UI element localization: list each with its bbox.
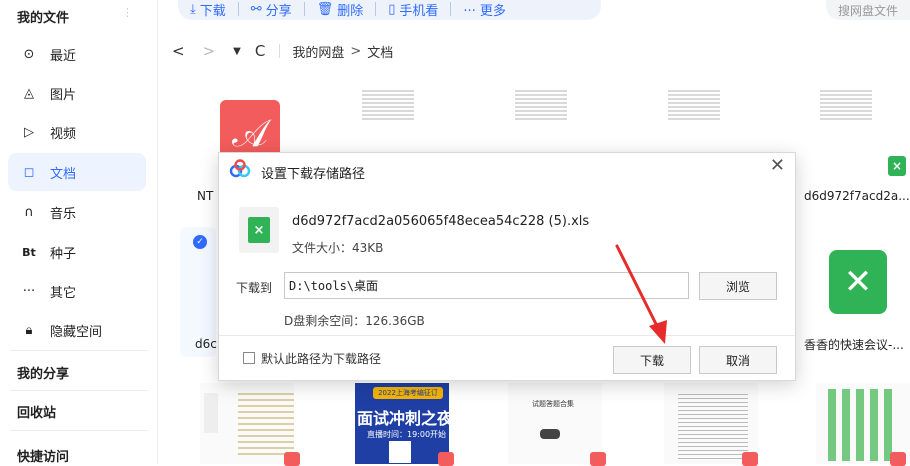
dropdown-icon[interactable]: ▼ [233, 46, 241, 57]
dialog-title: 设置下载存储路径 [261, 167, 366, 182]
download-icon: ⤓ [190, 1, 196, 17]
sidebar-item-label: 音乐 [50, 206, 77, 222]
video-icon: ▷ [24, 124, 34, 140]
lock-icon: 🔒︎ [25, 322, 33, 338]
qr-code-icon [389, 441, 411, 463]
search-input[interactable]: 搜网盘文件 [826, 0, 910, 20]
download-button[interactable]: ⤓ 下载 [190, 0, 226, 19]
xls-file-icon: × [248, 217, 270, 243]
file-size-text: 文件大小：43KB [292, 241, 384, 255]
breadcrumb-current: 文档 [367, 45, 394, 61]
file-name[interactable]: NT [197, 189, 213, 203]
breadcrumb-separator: > [350, 43, 362, 59]
my-files-heading[interactable]: 我的文件 [17, 7, 69, 26]
thumb-title: 试题答题合集 [532, 400, 574, 408]
bt-icon: Bt [22, 245, 36, 259]
more-icon: ··· [22, 283, 36, 299]
thumb-title: 面试冲刺之夜 [357, 409, 449, 428]
sidebar-item-hidden-space[interactable]: 🔒︎ 隐藏空间 [8, 311, 146, 349]
quick-access-heading[interactable]: 快捷访问 [17, 446, 69, 465]
clock-icon: ⊙ [23, 46, 35, 62]
file-preview: × [239, 207, 279, 253]
back-icon[interactable]: < [172, 42, 185, 60]
sidebar-item-documents[interactable]: ◻ 文档 [8, 153, 146, 191]
phone-view-label: 手机看 [399, 3, 439, 19]
red-arrow-annotation [615, 244, 667, 344]
browse-button[interactable]: 浏览 [699, 272, 777, 300]
toolbar-divider [450, 2, 452, 16]
sidebar-handle-icon: ⋮ [122, 6, 133, 19]
sidebar-item-videos[interactable]: ▷ 视频 [8, 113, 146, 151]
trash-icon: 🗑︎ [316, 1, 334, 17]
nav-divider [279, 44, 281, 58]
default-path-checkbox[interactable] [243, 352, 255, 364]
xls-file-icon[interactable]: ✕ [829, 250, 887, 314]
baidu-cloud-icon [229, 159, 251, 178]
sidebar-item-label: 其它 [50, 285, 77, 301]
xls-file-icon[interactable]: × [888, 156, 906, 176]
breadcrumb-root[interactable]: 我的网盘 [292, 42, 344, 61]
share-button[interactable]: ⚯ 分享 [251, 0, 292, 19]
sidebar-item-label: 视频 [50, 126, 77, 142]
toolbar: ⤓ 下载 ⚯ 分享 🗑︎ 删除 ▯ 手机看 ··· 更多 [178, 0, 601, 20]
my-share-item[interactable]: 我的分享 [17, 363, 69, 382]
download-path-dialog: 设置下载存储路径 ✕ × d6d972f7acd2a056065f48ecea5… [218, 152, 796, 381]
sidebar-item-label: 隐藏空间 [50, 324, 103, 340]
banner-text: 2022上海考编征订 [373, 387, 443, 399]
file-name[interactable]: d6c [195, 337, 217, 351]
phone-view-button[interactable]: ▯ 手机看 [388, 0, 438, 19]
sidebar-item-images[interactable]: ◬ 图片 [8, 74, 146, 112]
spreadsheet-thumbnail[interactable] [362, 90, 414, 130]
recycle-bin-item[interactable]: 回收站 [17, 402, 56, 421]
file-name[interactable]: d6d972f7acd2a... [804, 189, 910, 203]
forward-icon[interactable]: > [203, 42, 216, 60]
toolbar-divider [375, 2, 377, 16]
download-label: 下载 [199, 3, 226, 19]
share-icon: ⚯ [250, 1, 262, 17]
share-label: 分享 [265, 3, 292, 19]
sidebar: 我的文件 ⋮ ⊙ 最近 ◬ 图片 ▷ 视频 ◻ 文档 ∩ 音乐 Bt 种子 ··… [0, 0, 158, 465]
sidebar-item-label: 种子 [50, 246, 77, 262]
sidebar-item-label: 图片 [50, 87, 77, 103]
music-icon: ∩ [24, 204, 34, 220]
file-name-text: d6d972f7acd2a056065f48ecea54c228 (5).xls [292, 214, 590, 229]
sidebar-item-label: 最近 [50, 48, 77, 64]
image-icon: ◬ [24, 85, 34, 101]
refresh-icon[interactable]: C [255, 42, 265, 60]
phone-icon: ▯ [388, 1, 396, 17]
sidebar-item-torrents[interactable]: Bt 种子 [8, 233, 146, 271]
toolbar-divider [237, 2, 239, 16]
download-to-label: 下载到 [236, 281, 273, 295]
more-button[interactable]: ··· 更多 [463, 0, 506, 19]
document-thumbnail[interactable]: 试题答题合集 [508, 383, 602, 464]
document-icon: ◻ [23, 164, 35, 180]
sidebar-item-label: 文档 [50, 166, 77, 182]
thumb-time: 直播时间：19:00开始 [367, 430, 447, 439]
cancel-button[interactable]: 取消 [699, 346, 777, 374]
delete-label: 删除 [337, 3, 364, 19]
navigation-bar: < > ▼ C 我的网盘 > 文档 [172, 40, 393, 62]
sidebar-divider [10, 350, 148, 351]
sidebar-divider [10, 390, 148, 391]
download-confirm-button[interactable]: 下载 [613, 346, 691, 374]
delete-button[interactable]: 🗑︎ 删除 [317, 0, 364, 19]
sidebar-divider [10, 430, 148, 431]
document-thumbnail[interactable] [200, 383, 294, 464]
sidebar-item-recent[interactable]: ⊙ 最近 [8, 35, 146, 73]
spreadsheet-thumbnail[interactable] [668, 90, 720, 130]
document-thumbnail[interactable]: 2022上海考编征订 面试冲刺之夜 直播时间：19:00开始 [355, 383, 449, 464]
sidebar-item-other[interactable]: ··· 其它 [8, 272, 146, 310]
dialog-divider [219, 335, 795, 336]
free-space-text: D盘剩余空间：126.36GB [284, 314, 425, 328]
file-name[interactable]: 香香的快速会议-... [804, 336, 904, 353]
more-label: ··· 更多 [463, 3, 506, 19]
spreadsheet-thumbnail[interactable] [820, 90, 872, 130]
toolbar-divider [303, 2, 305, 16]
close-icon[interactable]: ✕ [770, 155, 785, 176]
default-path-label[interactable]: 默认此路径为下载路径 [261, 350, 381, 367]
logo-icon [540, 429, 560, 439]
sidebar-item-music[interactable]: ∩ 音乐 [8, 193, 146, 231]
spreadsheet-thumbnail[interactable] [515, 90, 567, 130]
checkmark-icon[interactable]: ✓ [193, 235, 207, 249]
